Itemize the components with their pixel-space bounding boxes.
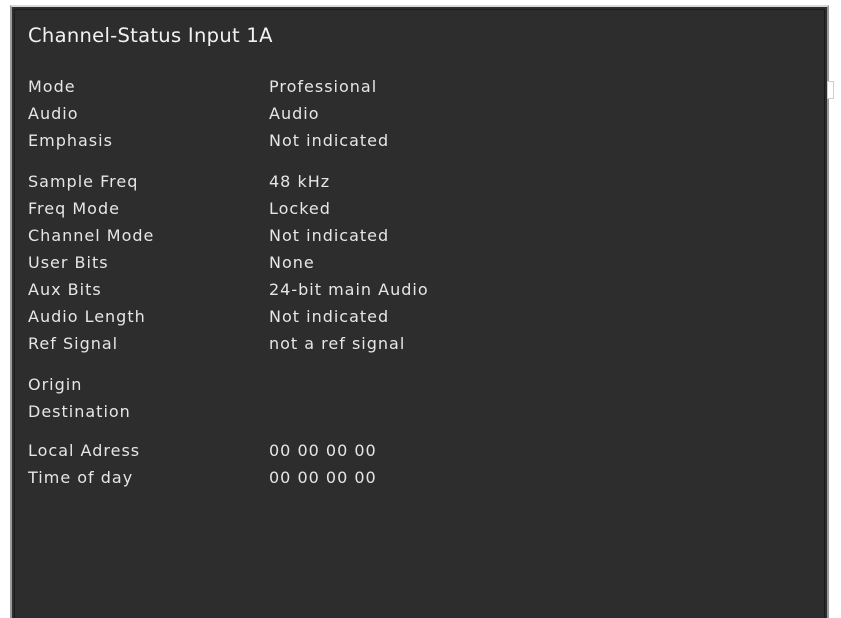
audio-length-value: Not indicated	[269, 307, 390, 326]
audio-value: Audio	[269, 104, 320, 123]
local-address-value: 00 00 00 00	[269, 441, 377, 460]
emphasis-value: Not indicated	[269, 131, 390, 150]
panel-title: Channel-Status Input 1A	[28, 24, 273, 47]
audio-label: Audio	[28, 104, 79, 123]
audio-length-label: Audio Length	[28, 307, 146, 326]
scroll-marker[interactable]	[827, 81, 834, 99]
origin-label: Origin	[28, 375, 83, 394]
channel-mode-value: Not indicated	[269, 226, 390, 245]
sample-freq-label: Sample Freq	[28, 172, 139, 191]
user-bits-value: None	[269, 253, 315, 272]
aux-bits-label: Aux Bits	[28, 280, 102, 299]
sample-freq-value: 48 kHz	[269, 172, 331, 191]
channel-status-panel: Channel-Status Input 1A Mode Professiona…	[10, 5, 829, 618]
user-bits-label: User Bits	[28, 253, 109, 272]
local-address-label: Local Adress	[28, 441, 141, 460]
channel-mode-label: Channel Mode	[28, 226, 155, 245]
destination-label: Destination	[28, 402, 131, 421]
ref-signal-value: not a ref signal	[269, 334, 406, 353]
mode-value: Professional	[269, 77, 378, 96]
emphasis-label: Emphasis	[28, 131, 113, 150]
ref-signal-label: Ref Signal	[28, 334, 119, 353]
mode-label: Mode	[28, 77, 76, 96]
time-of-day-label: Time of day	[28, 468, 134, 487]
aux-bits-value: 24-bit main Audio	[269, 280, 429, 299]
freq-mode-value: Locked	[269, 199, 331, 218]
freq-mode-label: Freq Mode	[28, 199, 120, 218]
time-of-day-value: 00 00 00 00	[269, 468, 377, 487]
